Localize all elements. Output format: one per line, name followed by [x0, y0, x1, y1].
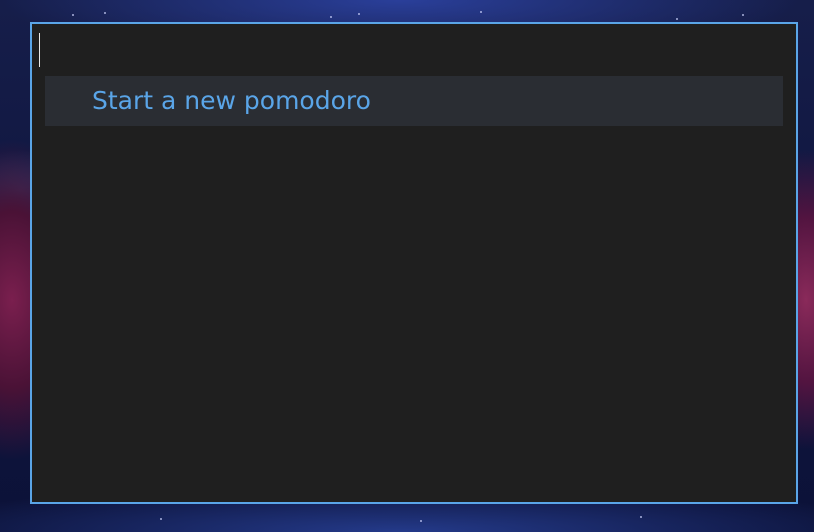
- search-input[interactable]: [38, 32, 778, 68]
- star-decoration: [358, 13, 360, 15]
- star-decoration: [480, 11, 482, 13]
- star-decoration: [676, 18, 678, 20]
- star-decoration: [72, 14, 74, 16]
- star-decoration: [420, 520, 422, 522]
- star-decoration: [104, 12, 106, 14]
- star-decoration: [330, 16, 332, 18]
- result-item-start-pomodoro[interactable]: Start a new pomodoro: [45, 76, 783, 126]
- star-decoration: [742, 14, 744, 16]
- search-bar: [32, 24, 796, 74]
- star-decoration: [160, 518, 162, 520]
- star-decoration: [640, 516, 642, 518]
- result-item-label: Start a new pomodoro: [92, 86, 371, 115]
- text-caret: [39, 33, 40, 67]
- app-launcher-panel: Start a new pomodoro: [30, 22, 798, 504]
- results-list: Start a new pomodoro: [45, 76, 783, 126]
